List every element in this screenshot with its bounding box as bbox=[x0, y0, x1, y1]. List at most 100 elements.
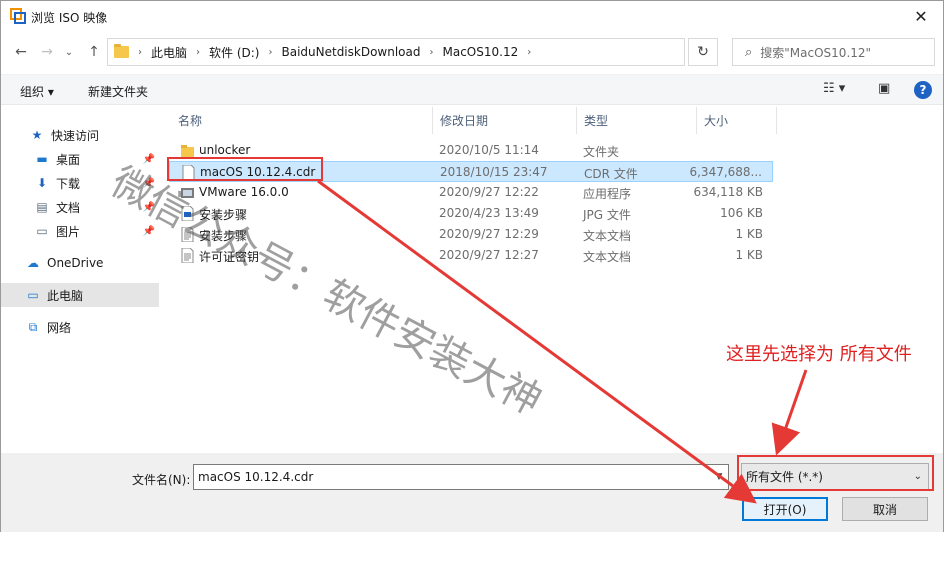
new-folder-button[interactable]: 新建文件夹 bbox=[88, 83, 148, 100]
filetype-value: 所有文件 (*.*) bbox=[746, 470, 823, 484]
search-input[interactable]: ⌕ 搜索"MacOS10.12" bbox=[732, 38, 935, 66]
sidebar-item-label: OneDrive bbox=[47, 256, 104, 270]
dialog-footer: 文件名(N): macOS 10.12.4.cdr ▼ 所有文件 (*.*) ⌄… bbox=[1, 453, 943, 532]
sidebar-item-quick-access[interactable]: ★ 快速访问 bbox=[1, 123, 159, 147]
file-size: 1 KB bbox=[735, 248, 763, 262]
vmware-icon bbox=[181, 188, 194, 198]
chevron-right-icon[interactable]: › bbox=[268, 47, 272, 58]
file-row[interactable]: VMware 16.0.0 2020/9/27 12:22 应用程序 634,1… bbox=[169, 182, 773, 203]
file-type: 文件夹 bbox=[583, 145, 620, 159]
file-type: JPG 文件 bbox=[583, 208, 631, 222]
filename-input[interactable]: macOS 10.12.4.cdr ▼ bbox=[193, 464, 729, 490]
chevron-right-icon[interactable]: › bbox=[430, 47, 434, 58]
view-options-icon[interactable]: ☷ ▾ bbox=[823, 81, 845, 96]
address-row: ← → ⌄ ↑ › 此电脑 › 软件 (D:) › BaiduNetdiskDo… bbox=[1, 34, 943, 70]
file-size: 106 KB bbox=[720, 206, 763, 220]
folder-icon bbox=[181, 145, 194, 157]
breadcrumb-baidu-download[interactable]: BaiduNetdiskDownload bbox=[281, 45, 420, 59]
file-date: 2020/4/23 13:49 bbox=[439, 206, 539, 220]
breadcrumb-this-pc[interactable]: 此电脑 bbox=[151, 44, 187, 61]
organize-menu[interactable]: 组织 ▾ bbox=[20, 83, 54, 100]
file-date: 2020/10/5 11:14 bbox=[439, 143, 539, 157]
file-name: 安装步骤 bbox=[199, 229, 248, 243]
file-date: 2020/9/27 12:27 bbox=[439, 248, 539, 262]
file-name: VMware 16.0.0 bbox=[199, 185, 289, 199]
breadcrumb-drive-d[interactable]: 软件 (D:) bbox=[209, 44, 259, 61]
column-divider[interactable] bbox=[696, 107, 697, 134]
refresh-icon[interactable]: ↻ bbox=[688, 38, 718, 66]
sidebar-item-label: 下载 bbox=[56, 176, 81, 191]
column-divider[interactable] bbox=[432, 107, 433, 134]
up-arrow-icon[interactable]: ↑ bbox=[84, 42, 104, 62]
open-button[interactable]: 打开(O) bbox=[742, 497, 828, 521]
sidebar-item-network[interactable]: ⧉ 网络 bbox=[1, 315, 159, 339]
sidebar-item-documents[interactable]: ▤ 文档 📌 bbox=[1, 195, 159, 219]
search-icon: ⌕ bbox=[745, 44, 753, 60]
close-button[interactable]: ✕ bbox=[899, 1, 943, 32]
file-date: 2018/10/15 23:47 bbox=[440, 165, 548, 179]
pin-icon[interactable]: 📌 bbox=[143, 154, 155, 165]
file-dialog-window: 浏览 ISO 映像 ✕ ← → ⌄ ↑ › 此电脑 › 软件 (D:) › Ba… bbox=[0, 0, 944, 532]
text-file-icon bbox=[181, 227, 194, 242]
sidebar-item-label: 网络 bbox=[47, 320, 72, 335]
sidebar-item-this-pc[interactable]: ▭ 此电脑 bbox=[1, 283, 159, 307]
filename-value: macOS 10.12.4.cdr bbox=[198, 470, 314, 484]
sidebar-item-label: 文档 bbox=[56, 200, 81, 215]
download-icon: ⬇ bbox=[36, 176, 48, 190]
sidebar-item-desktop[interactable]: ▬ 桌面 📌 bbox=[1, 147, 159, 171]
breadcrumb-macos[interactable]: MacOS10.12 bbox=[443, 45, 519, 59]
file-row[interactable]: 安装步骤 2020/4/23 13:49 JPG 文件 106 KB bbox=[169, 203, 773, 224]
file-size: 6,347,688... bbox=[689, 165, 762, 179]
chevron-right-icon[interactable]: › bbox=[196, 47, 200, 58]
computer-icon: ▭ bbox=[27, 288, 39, 302]
desktop-icon: ▬ bbox=[36, 152, 48, 166]
column-divider[interactable] bbox=[776, 107, 777, 134]
filetype-select[interactable]: 所有文件 (*.*) ⌄ bbox=[741, 463, 929, 490]
column-header-type[interactable]: 类型 bbox=[584, 107, 608, 134]
file-row[interactable]: 安装步骤 2020/9/27 12:29 文本文档 1 KB bbox=[169, 224, 773, 245]
file-row[interactable]: 许可证密钥 2020/9/27 12:27 文本文档 1 KB bbox=[169, 245, 773, 266]
address-bar[interactable]: › 此电脑 › 软件 (D:) › BaiduNetdiskDownload ›… bbox=[107, 38, 685, 66]
sidebar-item-label: 桌面 bbox=[56, 152, 81, 167]
filename-label: 文件名(N): bbox=[132, 473, 191, 487]
column-header-date[interactable]: 修改日期 bbox=[440, 107, 488, 134]
file-row-selected[interactable]: macOS 10.12.4.cdr 2018/10/15 23:47 CDR 文… bbox=[169, 161, 773, 182]
column-header-name[interactable]: 名称 bbox=[178, 107, 202, 134]
sidebar-item-label: 快速访问 bbox=[51, 128, 100, 143]
search-placeholder: 搜索"MacOS10.12" bbox=[760, 45, 872, 60]
column-header-size[interactable]: 大小 bbox=[704, 107, 728, 134]
sidebar-item-label: 此电脑 bbox=[47, 288, 84, 303]
chevron-down-icon[interactable]: ⌄ bbox=[914, 471, 922, 482]
help-icon[interactable]: ? bbox=[914, 81, 932, 99]
file-icon bbox=[182, 165, 195, 180]
window-title: 浏览 ISO 映像 bbox=[31, 11, 108, 25]
recent-locations-chevron-icon[interactable]: ⌄ bbox=[59, 42, 79, 62]
back-arrow-icon[interactable]: ← bbox=[11, 42, 31, 62]
forward-arrow-icon[interactable]: → bbox=[37, 42, 57, 62]
file-name: macOS 10.12.4.cdr bbox=[200, 165, 316, 179]
cancel-button[interactable]: 取消 bbox=[842, 497, 928, 521]
chevron-right-icon: › bbox=[138, 46, 142, 58]
preview-pane-icon[interactable]: ▣ bbox=[878, 81, 890, 96]
pin-icon[interactable]: 📌 bbox=[143, 202, 155, 213]
file-row[interactable]: unlocker 2020/10/5 11:14 文件夹 bbox=[169, 140, 773, 161]
sidebar-item-onedrive[interactable]: ☁ OneDrive bbox=[1, 251, 159, 275]
navigation-pane: ★ 快速访问 ▬ 桌面 📌 ⬇ 下载 📌 ▤ 文档 📌 ▭ 图片 📌 ☁ One… bbox=[1, 107, 159, 452]
sidebar-item-pictures[interactable]: ▭ 图片 📌 bbox=[1, 219, 159, 243]
pin-icon[interactable]: 📌 bbox=[143, 178, 155, 189]
file-size: 634,118 KB bbox=[693, 185, 763, 199]
image-icon bbox=[181, 206, 194, 221]
chevron-right-icon[interactable]: › bbox=[527, 47, 531, 58]
file-type: 文本文档 bbox=[583, 250, 632, 264]
sidebar-item-label: 图片 bbox=[56, 224, 81, 239]
title-bar: 浏览 ISO 映像 ✕ bbox=[1, 1, 943, 32]
sidebar-item-downloads[interactable]: ⬇ 下载 📌 bbox=[1, 171, 159, 195]
pin-icon[interactable]: 📌 bbox=[143, 226, 155, 237]
column-divider[interactable] bbox=[576, 107, 577, 134]
file-type: 应用程序 bbox=[583, 187, 632, 201]
chevron-down-icon[interactable]: ▼ bbox=[710, 465, 728, 489]
text-file-icon bbox=[181, 248, 194, 263]
pictures-icon: ▭ bbox=[36, 224, 48, 238]
file-date: 2020/9/27 12:29 bbox=[439, 227, 539, 241]
file-name: unlocker bbox=[199, 143, 251, 157]
